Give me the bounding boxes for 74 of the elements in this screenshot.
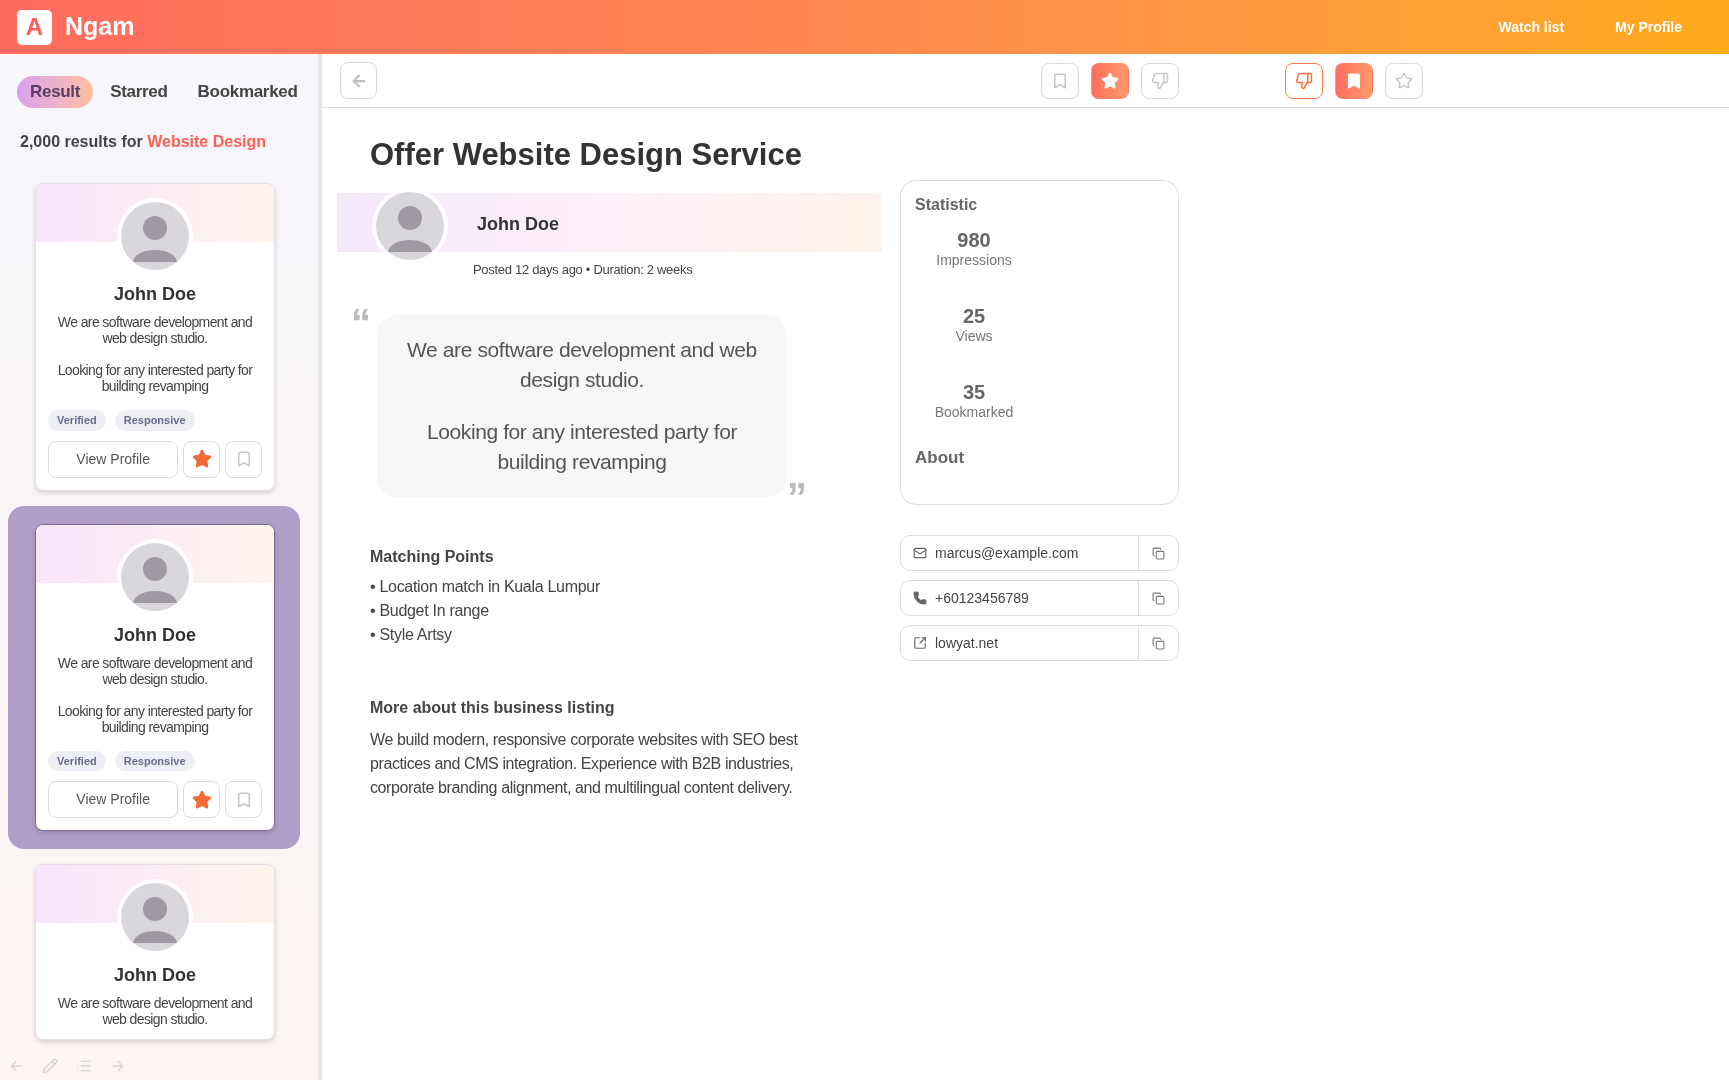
dislike-toggle-button[interactable] (1285, 62, 1323, 99)
matching-points-heading: Matching Points (370, 547, 495, 567)
tag: Verified (48, 750, 106, 771)
statistic-heading: Statistic (915, 195, 979, 215)
result-card[interactable]: John Doe We are software development and web design studio. Looking for any interested party for building revamping Verified Responsive View Profile (35, 183, 275, 491)
copy-icon (1152, 636, 1165, 650)
quote-text: Looking for any interested party for building revamping (425, 419, 739, 475)
mail-icon (913, 546, 927, 560)
phone-icon (913, 591, 927, 605)
matching-point: • Budget In range (370, 601, 490, 621)
app-name: Ngam (65, 11, 135, 43)
star-icon (1395, 71, 1413, 90)
result-card[interactable]: John Doe We are software development and web design studio. (35, 864, 275, 1040)
results-summary: 2,000 results for Website Design (19, 132, 268, 152)
bookmark-icon (1345, 71, 1363, 90)
dislike-toggle-button[interactable] (1141, 62, 1179, 99)
tab[interactable]: Bookmarked (184, 76, 311, 108)
thumbs-down-icon (1295, 71, 1313, 90)
tag: Verified (48, 410, 106, 431)
tag: Responsive (114, 410, 195, 431)
poster-name: John Doe (477, 212, 559, 236)
quote-text: We are software development and web design studio. (406, 337, 758, 393)
view-profile-button[interactable]: View Profile (48, 781, 179, 818)
close-quote-icon: ” (787, 477, 807, 517)
star-toggle-button[interactable] (1091, 62, 1129, 99)
tag: Responsive (114, 750, 195, 771)
listing-meta: Posted 12 days ago • Duration: 2 weeks (472, 260, 694, 279)
bookmark-toggle-button[interactable] (1335, 62, 1373, 99)
about-heading: About (915, 447, 966, 469)
matching-point: • Location match in Kuala Lumpur (370, 577, 601, 597)
contact-text: lowyat.net (935, 633, 999, 653)
stat-label: Views (955, 327, 993, 345)
external-link-icon (913, 636, 927, 650)
more-about-text: We build modern, responsive corporate websites with SEO best practices and CMS integration. Experience with B2B industries, corporate branding alignment, and multilingual content delivery. (370, 730, 799, 798)
pencil-icon[interactable] (42, 1058, 58, 1074)
star-icon (191, 449, 212, 469)
logo-badge: A (17, 9, 52, 45)
more-about-heading: More about this business listing (370, 698, 616, 718)
bookmark-toggle-button[interactable] (1041, 62, 1079, 99)
view-profile-button[interactable]: View Profile (48, 440, 179, 478)
bookmark-icon (1051, 71, 1069, 90)
copy-icon (1152, 546, 1165, 560)
card-name: John Doe (114, 964, 196, 987)
open-quote-icon: “ (351, 303, 371, 343)
back-button[interactable] (340, 62, 377, 99)
star-toggle-button[interactable] (1385, 62, 1423, 99)
tab[interactable]: Starred (97, 76, 181, 108)
matching-point: • Style Artsy (370, 625, 453, 645)
copy-icon (1152, 591, 1165, 605)
star-button[interactable] (183, 781, 221, 818)
stat-value: 35 (962, 381, 986, 403)
list-icon[interactable] (76, 1058, 92, 1074)
card-name: John Doe (114, 283, 196, 306)
star-icon (1101, 71, 1119, 90)
card-looking-text: Looking for any interested party for building revamping (56, 362, 254, 394)
bookmark-button[interactable] (225, 781, 262, 818)
result-card[interactable]: John Doe We are software development and web design studio. Looking for any interested party for building revamping Verified Responsive View Profile (35, 523, 275, 831)
stat-label: Impressions (936, 251, 1012, 269)
card-looking-text: Looking for any interested party for building revamping (56, 702, 254, 735)
star-icon (191, 789, 212, 810)
thumbs-down-icon (1151, 71, 1169, 90)
star-button[interactable] (183, 440, 221, 478)
tab[interactable]: Result (17, 76, 94, 108)
contact-text: marcus@example.com (935, 543, 1079, 563)
card-name: John Doe (114, 623, 196, 647)
stat-label: Bookmarked (934, 403, 1014, 421)
card-description: We are software development and web design studio. (56, 654, 254, 687)
card-description: We are software development and web design studio. (56, 995, 254, 1027)
card-description: We are software development and web design studio. (56, 314, 254, 346)
stat-value: 980 (957, 229, 991, 251)
contact-text: +60123456789 (935, 588, 1029, 608)
listing-title: Offer Website Design Service (369, 136, 803, 174)
bookmark-button[interactable] (225, 440, 262, 478)
stat-value: 25 (962, 305, 986, 327)
